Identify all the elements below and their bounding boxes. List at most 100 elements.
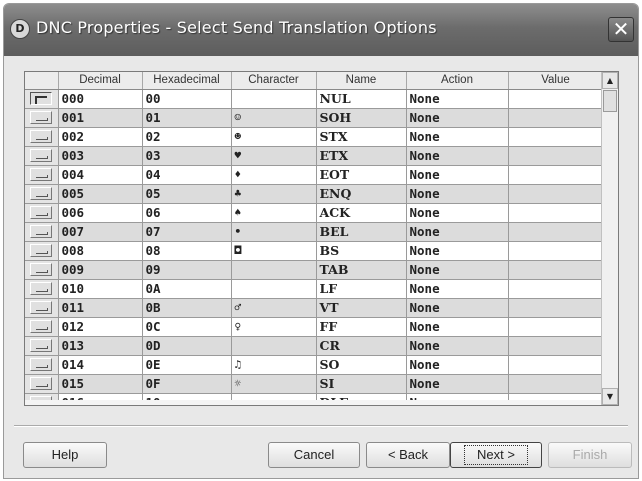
action-cell[interactable]: None bbox=[406, 260, 509, 280]
column-header-name[interactable]: Name bbox=[316, 72, 407, 90]
name-cell: SOH bbox=[316, 108, 407, 128]
row-selector[interactable] bbox=[25, 184, 59, 204]
title-bar[interactable]: D DNC Properties - Select Send Translati… bbox=[4, 4, 638, 56]
value-cell[interactable] bbox=[508, 355, 604, 375]
cancel-button[interactable]: Cancel bbox=[268, 442, 360, 468]
vertical-scrollbar[interactable]: ▲ ▼ bbox=[601, 72, 618, 405]
action-cell[interactable]: None bbox=[406, 317, 509, 337]
action-cell[interactable]: None bbox=[406, 222, 509, 242]
column-header-decimal[interactable]: Decimal bbox=[58, 72, 143, 90]
action-cell[interactable]: None bbox=[406, 108, 509, 128]
row-selector[interactable] bbox=[25, 222, 59, 242]
value-cell[interactable] bbox=[508, 336, 604, 356]
table-row[interactable]: 006 06 ♠ ACK None bbox=[25, 203, 604, 223]
value-cell[interactable] bbox=[508, 374, 604, 394]
action-cell[interactable]: None bbox=[406, 298, 509, 318]
action-cell[interactable]: None bbox=[406, 241, 509, 261]
value-cell[interactable] bbox=[508, 222, 604, 242]
table-row[interactable]: 000 00 NUL None bbox=[25, 89, 604, 109]
table-row[interactable]: 007 07 • BEL None bbox=[25, 222, 604, 242]
value-cell[interactable] bbox=[508, 146, 604, 166]
table-row[interactable]: 002 02 ☻ STX None bbox=[25, 127, 604, 147]
row-selector[interactable] bbox=[25, 127, 59, 147]
table-row[interactable]: 005 05 ♣ ENQ None bbox=[25, 184, 604, 204]
table-row[interactable]: 001 01 ☺ SOH None bbox=[25, 108, 604, 128]
action-cell[interactable]: None bbox=[406, 127, 509, 147]
character-cell: ♦ bbox=[231, 165, 317, 185]
row-selector[interactable] bbox=[25, 298, 59, 318]
column-header-character[interactable]: Character bbox=[231, 72, 317, 90]
action-cell[interactable]: None bbox=[406, 165, 509, 185]
character-cell bbox=[231, 336, 317, 356]
action-cell[interactable]: None bbox=[406, 184, 509, 204]
name-cell: SO bbox=[316, 355, 407, 375]
row-selector[interactable] bbox=[25, 355, 59, 375]
value-cell[interactable] bbox=[508, 165, 604, 185]
row-selector[interactable] bbox=[25, 374, 59, 394]
table-row[interactable]: 012 0C ♀ FF None bbox=[25, 317, 604, 337]
row-selector[interactable] bbox=[25, 279, 59, 299]
row-selector[interactable] bbox=[25, 336, 59, 356]
row-selector[interactable] bbox=[25, 165, 59, 185]
character-cell: ♥ bbox=[231, 146, 317, 166]
row-selector[interactable] bbox=[25, 203, 59, 223]
decimal-cell: 009 bbox=[58, 260, 143, 280]
action-cell[interactable]: None bbox=[406, 355, 509, 375]
table-row[interactable]: 015 0F ☼ SI None bbox=[25, 374, 604, 394]
row-selector[interactable] bbox=[25, 260, 59, 280]
action-cell[interactable]: None bbox=[406, 279, 509, 299]
action-cell[interactable]: None bbox=[406, 203, 509, 223]
table-row[interactable]: 011 0B ♂ VT None bbox=[25, 298, 604, 318]
row-selector[interactable] bbox=[25, 241, 59, 261]
back-button[interactable]: < Back bbox=[366, 442, 450, 468]
row-selector[interactable] bbox=[25, 89, 59, 109]
row-selector-icon bbox=[30, 300, 53, 314]
action-cell[interactable]: None bbox=[406, 89, 509, 109]
hexadecimal-cell: 0E bbox=[142, 355, 232, 375]
value-cell[interactable] bbox=[508, 184, 604, 204]
column-header-hexadecimal[interactable]: Hexadecimal bbox=[142, 72, 232, 90]
value-cell[interactable] bbox=[508, 279, 604, 299]
table-row[interactable]: 004 04 ♦ EOT None bbox=[25, 165, 604, 185]
table-row[interactable]: 003 03 ♥ ETX None bbox=[25, 146, 604, 166]
column-header-value[interactable]: Value bbox=[508, 72, 604, 90]
select-all-header[interactable] bbox=[25, 72, 59, 90]
next-button[interactable]: Next > bbox=[450, 442, 542, 468]
hexadecimal-cell: 0C bbox=[142, 317, 232, 337]
value-cell[interactable] bbox=[508, 317, 604, 337]
action-cell[interactable]: None bbox=[406, 374, 509, 394]
value-cell[interactable] bbox=[508, 108, 604, 128]
table-row[interactable]: 009 09 TAB None bbox=[25, 260, 604, 280]
scroll-up-icon[interactable]: ▲ bbox=[602, 72, 618, 89]
hexadecimal-cell: 01 bbox=[142, 108, 232, 128]
current-row-icon bbox=[30, 91, 53, 105]
table-row[interactable]: 014 0E ♫ SO None bbox=[25, 355, 604, 375]
action-cell[interactable]: None bbox=[406, 336, 509, 356]
value-cell[interactable] bbox=[508, 89, 604, 109]
row-selector-icon bbox=[30, 205, 53, 219]
row-selector[interactable] bbox=[25, 317, 59, 337]
scroll-down-icon[interactable]: ▼ bbox=[602, 388, 618, 405]
value-cell[interactable] bbox=[508, 203, 604, 223]
row-selector[interactable] bbox=[25, 146, 59, 166]
help-button[interactable]: Help bbox=[23, 442, 107, 468]
name-cell: CR bbox=[316, 336, 407, 356]
hexadecimal-cell: 04 bbox=[142, 165, 232, 185]
hexadecimal-cell: 02 bbox=[142, 127, 232, 147]
character-cell: ♫ bbox=[231, 355, 317, 375]
character-cell: ♀ bbox=[231, 317, 317, 337]
decimal-cell: 005 bbox=[58, 184, 143, 204]
row-selector[interactable] bbox=[25, 108, 59, 128]
action-cell[interactable]: None bbox=[406, 146, 509, 166]
table-row[interactable]: 013 0D CR None bbox=[25, 336, 604, 356]
close-button[interactable]: ✕ bbox=[608, 17, 634, 42]
table-row[interactable]: 008 08 ◘ BS None bbox=[25, 241, 604, 261]
scroll-thumb[interactable] bbox=[603, 90, 617, 112]
value-cell[interactable] bbox=[508, 260, 604, 280]
column-header-action[interactable]: Action bbox=[406, 72, 509, 90]
value-cell[interactable] bbox=[508, 127, 604, 147]
value-cell[interactable] bbox=[508, 241, 604, 261]
table-row[interactable]: 010 0A LF None bbox=[25, 279, 604, 299]
value-cell[interactable] bbox=[508, 298, 604, 318]
name-cell: FF bbox=[316, 317, 407, 337]
